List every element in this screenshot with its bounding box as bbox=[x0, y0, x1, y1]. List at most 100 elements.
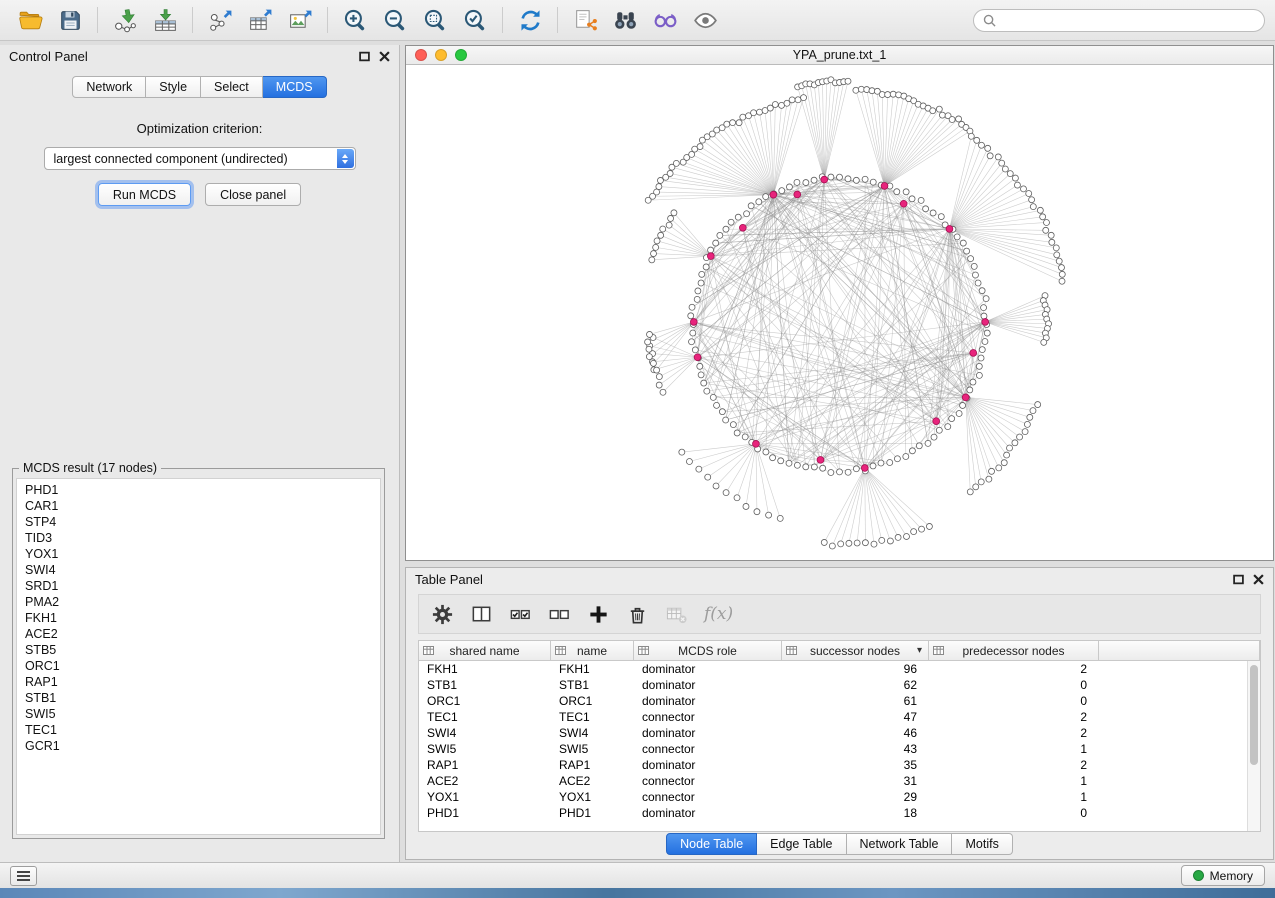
mcds-result-item[interactable]: FKH1 bbox=[17, 610, 380, 626]
table-row[interactable]: ACE2ACE2connector311 bbox=[419, 773, 1247, 789]
close-window-icon[interactable] bbox=[415, 49, 427, 61]
close-panel-button[interactable]: Close panel bbox=[205, 183, 301, 206]
mcds-result-item[interactable]: CAR1 bbox=[17, 498, 380, 514]
select-all-button[interactable] bbox=[505, 599, 535, 629]
export-table-button[interactable] bbox=[240, 3, 280, 37]
column-header-label: shared name bbox=[449, 644, 519, 658]
table-row[interactable]: YOX1YOX1connector291 bbox=[419, 789, 1247, 805]
control-panel: Control Panel NetworkStyleSelectMCDS Opt… bbox=[0, 45, 400, 862]
column-header-label: successor nodes bbox=[810, 644, 900, 658]
table-panel: Table Panel f(x) shared namenameMCDS rol… bbox=[405, 567, 1274, 860]
mcds-result-item[interactable]: ACE2 bbox=[17, 626, 380, 642]
mcds-result-item[interactable]: SRD1 bbox=[17, 578, 380, 594]
mcds-result-list[interactable]: PHD1CAR1STP4TID3YOX1SWI4SRD1PMA2FKH1ACE2… bbox=[16, 478, 381, 835]
export-network-button[interactable] bbox=[200, 3, 240, 37]
network-graph[interactable] bbox=[406, 65, 1273, 560]
mcds-result-item[interactable]: PMA2 bbox=[17, 594, 380, 610]
column-header-name[interactable]: name bbox=[551, 641, 634, 660]
table-row[interactable]: STB1STB1dominator620 bbox=[419, 677, 1247, 693]
minimize-window-icon[interactable] bbox=[435, 49, 447, 61]
tab-node-table[interactable]: Node Table bbox=[666, 833, 757, 855]
open-session-button[interactable] bbox=[10, 3, 50, 37]
table-scrollbar-thumb[interactable] bbox=[1250, 665, 1258, 765]
table-row[interactable]: FKH1FKH1dominator962 bbox=[419, 661, 1247, 677]
hide-graphics-details-button[interactable] bbox=[645, 3, 685, 37]
zoom-fit-button[interactable] bbox=[415, 3, 455, 37]
search-binoculars-button[interactable] bbox=[605, 3, 645, 37]
tab-network-table[interactable]: Network Table bbox=[847, 833, 953, 855]
cell-successor-nodes: 31 bbox=[782, 773, 929, 789]
mcds-result-item[interactable]: RAP1 bbox=[17, 674, 380, 690]
float-panel-icon[interactable] bbox=[359, 51, 370, 62]
search-box[interactable] bbox=[973, 9, 1265, 32]
tab-edge-table[interactable]: Edge Table bbox=[757, 833, 846, 855]
table-row[interactable]: SWI5SWI5connector431 bbox=[419, 741, 1247, 757]
zoom-out-button[interactable] bbox=[375, 3, 415, 37]
task-history-button[interactable] bbox=[10, 866, 37, 886]
deselect-all-button[interactable] bbox=[544, 599, 574, 629]
zoom-selected-button[interactable] bbox=[455, 3, 495, 37]
tab-network[interactable]: Network bbox=[72, 76, 146, 98]
refresh-view-button[interactable] bbox=[510, 3, 550, 37]
table-row[interactable]: TEC1TEC1connector472 bbox=[419, 709, 1247, 725]
network-view-title: YPA_prune.txt_1 bbox=[406, 48, 1273, 62]
cell-mcds-role: dominator bbox=[634, 661, 782, 677]
export-image-button[interactable] bbox=[280, 3, 320, 37]
cell-name: PHD1 bbox=[551, 805, 634, 821]
toggle-columns-button[interactable] bbox=[466, 599, 496, 629]
column-header-shared-name[interactable]: shared name bbox=[419, 641, 551, 660]
column-type-icon bbox=[933, 645, 944, 656]
close-panel-icon[interactable] bbox=[379, 51, 390, 62]
import-network-button[interactable] bbox=[105, 3, 145, 37]
tab-select[interactable]: Select bbox=[201, 76, 263, 98]
column-header-successor-nodes[interactable]: successor nodes▾ bbox=[782, 641, 929, 660]
table-row[interactable]: SWI4SWI4dominator462 bbox=[419, 725, 1247, 741]
column-type-icon bbox=[786, 645, 797, 656]
mcds-result-item[interactable]: STP4 bbox=[17, 514, 380, 530]
run-mcds-button[interactable]: Run MCDS bbox=[98, 183, 191, 206]
column-type-icon bbox=[638, 645, 649, 656]
mcds-result-item[interactable]: SWI4 bbox=[17, 562, 380, 578]
close-table-panel-icon[interactable] bbox=[1253, 574, 1264, 585]
tab-mcds[interactable]: MCDS bbox=[263, 76, 327, 98]
search-binoculars-icon bbox=[612, 7, 639, 34]
add-row-button[interactable] bbox=[583, 599, 613, 629]
cell-successor-nodes: 62 bbox=[782, 677, 929, 693]
share-document-button[interactable] bbox=[565, 3, 605, 37]
table-scrollbar[interactable] bbox=[1247, 661, 1260, 831]
network-canvas[interactable] bbox=[406, 65, 1273, 560]
mcds-result-item[interactable]: TEC1 bbox=[17, 722, 380, 738]
float-table-panel-icon[interactable] bbox=[1233, 574, 1244, 585]
mcds-result-item[interactable]: TID3 bbox=[17, 530, 380, 546]
show-graphics-details-button[interactable] bbox=[685, 3, 725, 37]
mcds-result-item[interactable]: GCR1 bbox=[17, 738, 380, 754]
save-session-button[interactable] bbox=[50, 3, 90, 37]
column-header-MCDS-role[interactable]: MCDS role bbox=[634, 641, 782, 660]
criterion-select[interactable]: largest connected component (undirected) bbox=[44, 147, 356, 170]
settings-button[interactable] bbox=[427, 599, 457, 629]
table-row[interactable]: PHD1PHD1dominator180 bbox=[419, 805, 1247, 821]
cell-successor-nodes: 29 bbox=[782, 789, 929, 805]
table-row[interactable]: RAP1RAP1dominator352 bbox=[419, 757, 1247, 773]
table-mode-button[interactable] bbox=[661, 599, 691, 629]
cell-name: SWI5 bbox=[551, 741, 634, 757]
table-row[interactable]: ORC1ORC1dominator610 bbox=[419, 693, 1247, 709]
function-builder-label[interactable]: f(x) bbox=[704, 604, 733, 624]
mcds-result-item[interactable]: SWI5 bbox=[17, 706, 380, 722]
tab-style[interactable]: Style bbox=[146, 76, 201, 98]
column-header-predecessor-nodes[interactable]: predecessor nodes bbox=[929, 641, 1099, 660]
tab-motifs[interactable]: Motifs bbox=[952, 833, 1012, 855]
mcds-result-item[interactable]: STB5 bbox=[17, 642, 380, 658]
delete-row-button[interactable] bbox=[622, 599, 652, 629]
search-input[interactable] bbox=[1002, 13, 1255, 27]
cell-filler bbox=[1099, 661, 1247, 677]
mcds-result-item[interactable]: YOX1 bbox=[17, 546, 380, 562]
maximize-window-icon[interactable] bbox=[455, 49, 467, 61]
cell-name: STB1 bbox=[551, 677, 634, 693]
memory-button[interactable]: Memory bbox=[1181, 865, 1265, 886]
import-table-button[interactable] bbox=[145, 3, 185, 37]
mcds-result-item[interactable]: ORC1 bbox=[17, 658, 380, 674]
mcds-result-item[interactable]: PHD1 bbox=[17, 482, 380, 498]
mcds-result-item[interactable]: STB1 bbox=[17, 690, 380, 706]
zoom-in-button[interactable] bbox=[335, 3, 375, 37]
